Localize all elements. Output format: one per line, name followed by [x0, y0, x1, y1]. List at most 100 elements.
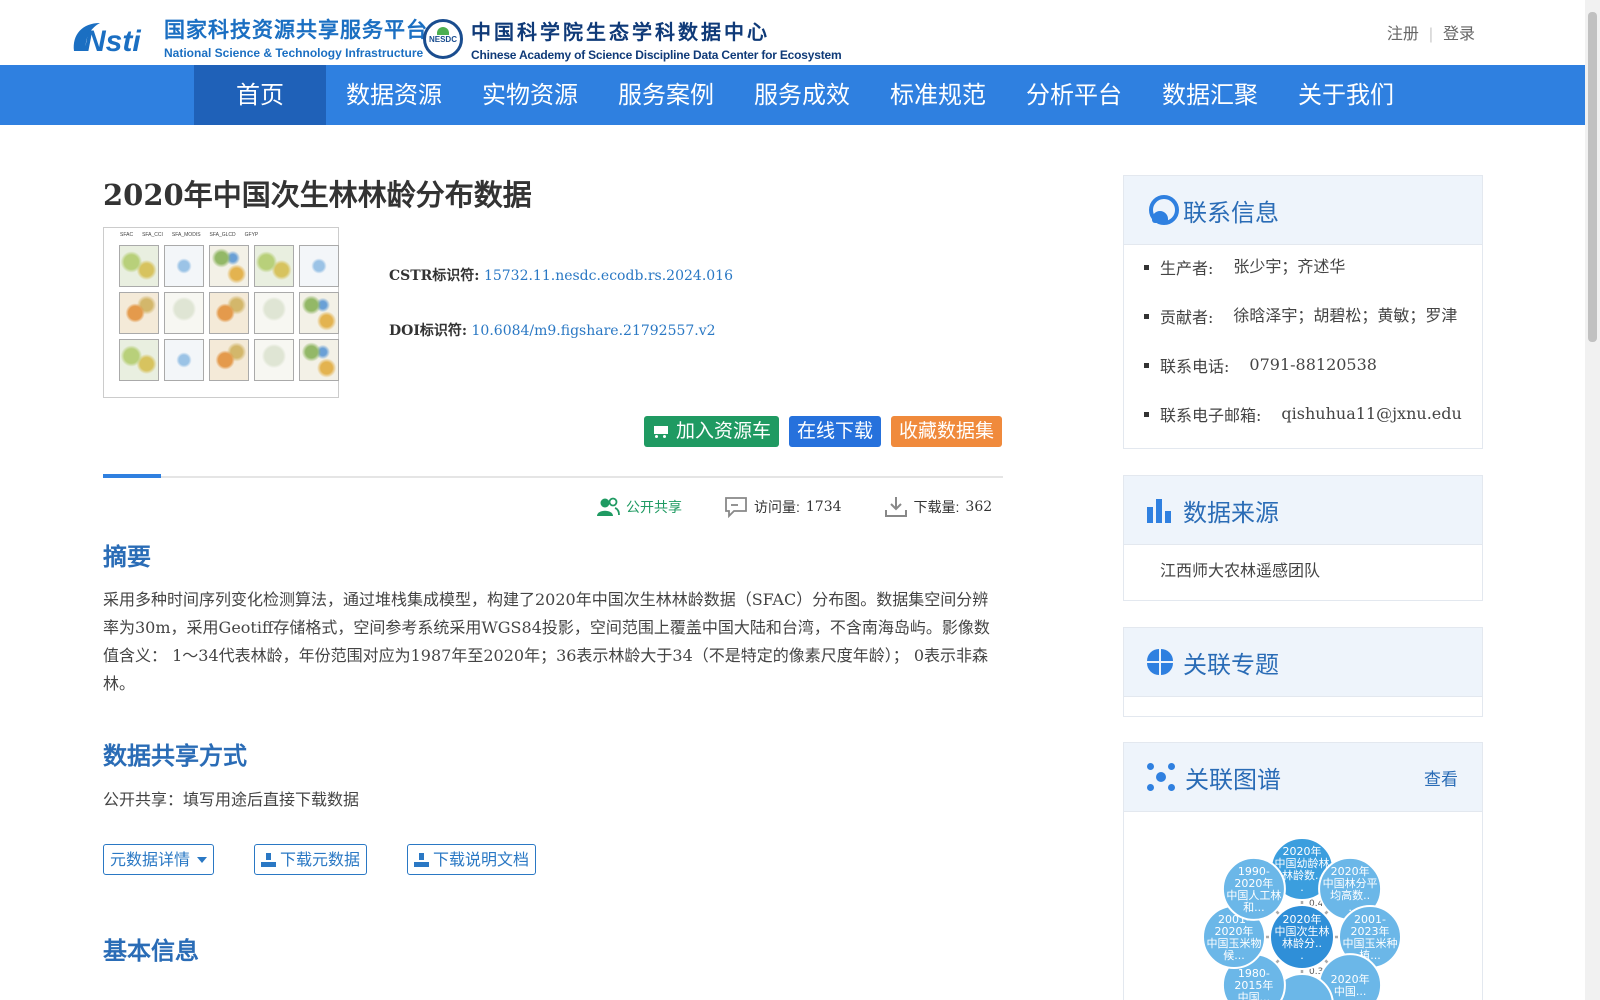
graph-node-label: 2020年 — [1215, 924, 1254, 938]
map-tile — [209, 339, 249, 381]
online-download-button[interactable]: 在线下载 — [789, 416, 882, 447]
map-tile — [119, 339, 159, 381]
downloads-stat: 下载量: 362 — [884, 496, 993, 518]
visits-count: 1734 — [805, 499, 842, 515]
graph-node-label: 2020年 — [1234, 876, 1273, 890]
graph-node-label: 中国人工林 — [1226, 888, 1281, 902]
network-icon — [1147, 763, 1175, 791]
nesdc-name-cn: 中国科学院生态学科数据中心 — [471, 22, 770, 44]
download-icon — [261, 852, 277, 867]
bar-chart-icon — [1147, 497, 1173, 523]
map-tile — [164, 339, 204, 381]
add-to-cart-button[interactable]: 加入资源车 — [644, 416, 780, 447]
nav-item-results[interactable]: 服务成效 — [734, 65, 870, 125]
map-tile — [299, 339, 339, 381]
map-tile — [164, 245, 204, 287]
map-tile — [254, 339, 294, 381]
nsti-logo[interactable]: Nsti 国家科技资源共享服务平台 National Science & Tec… — [70, 14, 428, 60]
dataset-title: 2020年中国次生林林龄分布数据 — [103, 178, 532, 212]
nsti-mark-text: Nsti — [84, 25, 141, 57]
graph-node-label: 中国... — [1334, 985, 1367, 998]
comment-icon — [725, 497, 747, 518]
graph-node-label: 2020年 — [1283, 844, 1322, 858]
relation-graph[interactable]: 0.4510.3820.3740.4720.3760.3670.3690.374… — [1124, 813, 1484, 1000]
map-tile — [119, 292, 159, 334]
login-link[interactable]: 登录 — [1443, 26, 1475, 43]
basic-info-heading: 基本信息 — [103, 937, 199, 965]
visits-stat: 访问量: 1734 — [724, 496, 842, 518]
nsti-name-cn: 国家科技资源共享服务平台 — [164, 19, 428, 42]
graph-node-label: 中国... — [1238, 991, 1271, 1000]
graph-node-label: 中国林分平 — [1323, 876, 1378, 890]
abstract-text: 采用多种时间序列变化检测算法，通过堆栈集成模型，构建了2020年中国次生林林龄数… — [103, 590, 990, 693]
page-scrollbar[interactable] — [1585, 0, 1600, 1000]
nav-item-physical[interactable]: 实物资源 — [462, 65, 598, 125]
share-text: 公开共享：填写用途后直接下载数据 — [103, 790, 360, 809]
contact-list: 生产者: 张少宇；齐述华 贡献者: 徐晗泽宇；胡碧松；黄敏；罗津 联系电话: 0… — [1124, 245, 1482, 451]
graph-node-label: 2020年 — [1331, 864, 1370, 878]
graph-node-label: . — [1300, 949, 1304, 962]
scrollbar-thumb[interactable] — [1588, 12, 1597, 342]
map-tile — [119, 245, 159, 287]
map-tile — [299, 245, 339, 287]
nav-item-analysis[interactable]: 分析平台 — [1006, 65, 1142, 125]
graph-node-label: 林龄数.. — [1282, 868, 1322, 882]
download-doc-button[interactable]: 下载说明文档 — [407, 844, 537, 875]
map-tile — [254, 245, 294, 287]
graph-center-node[interactable]: 2020年中国次生林林龄分... — [1269, 904, 1335, 970]
graph-node-label: 均高数.. — [1330, 888, 1370, 902]
map-tile — [209, 245, 249, 287]
doi-identifier: DOI标识符: 10.6084/m9.figshare.21792557.v2 — [389, 320, 716, 340]
download-icon — [884, 497, 907, 517]
contact-title: 联系信息 — [1183, 198, 1279, 227]
main-nav: 首页 数据资源 实物资源 服务案例 服务成效 标准规范 分析平台 数据汇聚 关于… — [0, 65, 1585, 125]
doi-link[interactable]: 10.6084/m9.figshare.21792557.v2 — [472, 323, 716, 339]
graph-node-label: 中国玉米种 — [1343, 936, 1398, 950]
share-mode-stat: 公开共享 — [596, 497, 682, 517]
thumbnail-map-grid — [119, 245, 339, 381]
auth-links: 注册 | 登录 — [1386, 26, 1475, 43]
cstr-link[interactable]: 15732.11.nesdc.ecodb.rs.2024.016 — [484, 268, 733, 284]
metadata-details-button[interactable]: 元数据详情 — [103, 844, 215, 875]
list-item: 贡献者: 徐晗泽宇；胡碧松；黄敏；罗津 — [1144, 304, 1462, 353]
map-tile — [164, 292, 204, 334]
nav-item-cases[interactable]: 服务案例 — [598, 65, 734, 125]
nav-item-standards[interactable]: 标准规范 — [870, 65, 1006, 125]
graph-node-label: 2015年 — [1234, 978, 1273, 992]
topic-icon — [1147, 649, 1173, 675]
site-header: Nsti 国家科技资源共享服务平台 National Science & Tec… — [0, 0, 1585, 65]
dataset-actions: 加入资源车 在线下载 收藏数据集 — [644, 416, 1003, 447]
favorite-dataset-button[interactable]: 收藏数据集 — [891, 416, 1003, 447]
source-title: 数据来源 — [1183, 498, 1279, 527]
graph-node-label: 2020年 — [1283, 912, 1322, 926]
graph-node-label: 2023年 — [1351, 924, 1390, 938]
graph-node-label: 林龄分.. — [1282, 936, 1322, 950]
users-icon — [597, 497, 620, 516]
register-link[interactable]: 注册 — [1387, 26, 1419, 43]
person-icon — [1147, 195, 1179, 225]
dataset-thumbnail[interactable]: SFAC SFA_CCI SFA_MODIS SFA_GLCD GFYP — [103, 227, 339, 398]
nav-item-data[interactable]: 数据资源 — [326, 65, 462, 125]
metadata-actions: 元数据详情 下载元数据 下载说明文档 — [103, 844, 537, 875]
nav-item-about[interactable]: 关于我们 — [1278, 65, 1414, 125]
list-item: 联系电子邮箱: qishuhua11@jxnu.edu.cn — [1144, 402, 1462, 451]
list-item: 生产者: 张少宇；齐述华 — [1144, 255, 1462, 304]
download-metadata-button[interactable]: 下载元数据 — [254, 844, 368, 875]
nesdc-emblem-icon: NESDC — [423, 19, 463, 59]
nav-item-aggregation[interactable]: 数据汇聚 — [1142, 65, 1278, 125]
graph-node-label: 中国玉米物 — [1207, 936, 1262, 950]
dataset-stats: 公开共享 访问量: 1734 下载量: 362 — [596, 496, 992, 518]
abstract-heading: 摘要 — [103, 543, 151, 571]
nav-item-home[interactable]: 首页 — [194, 65, 326, 125]
graph-view-link[interactable]: 查看 — [1424, 765, 1458, 790]
map-tile — [209, 292, 249, 334]
graph-node-label: 中国次生林 — [1275, 924, 1330, 938]
graph-node-label: 候... — [1223, 948, 1245, 962]
graph-title: 关联图谱 — [1185, 765, 1281, 794]
downloads-count: 362 — [965, 499, 993, 515]
topic-panel: 关联专题 — [1123, 627, 1483, 717]
caret-down-icon — [197, 856, 208, 863]
map-tile — [254, 292, 294, 334]
graph-node[interactable]: 1990-2020年中国人工林和... — [1221, 856, 1286, 921]
nesdc-logo[interactable]: NESDC 中国科学院生态学科数据中心 Chinese Academy of S… — [423, 16, 842, 62]
